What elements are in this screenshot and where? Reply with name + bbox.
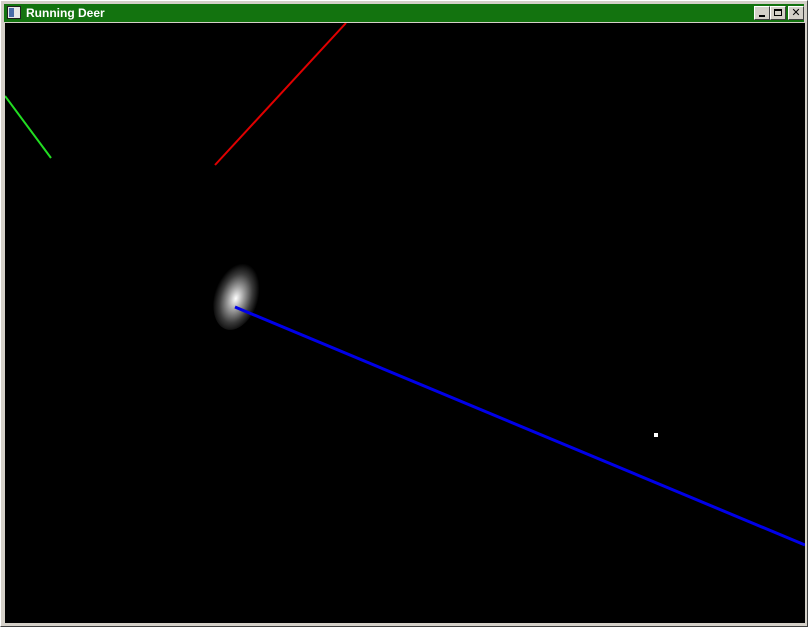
application-window: Running Deer ✕ <box>0 0 808 627</box>
app-window-icon[interactable] <box>7 6 21 19</box>
3d-render-viewport[interactable] <box>5 23 805 623</box>
scene-canvas <box>5 23 805 623</box>
close-icon: ✕ <box>791 6 801 19</box>
close-button[interactable]: ✕ <box>788 6 804 20</box>
title-bar[interactable]: Running Deer ✕ <box>4 4 804 22</box>
maximize-button[interactable] <box>770 6 786 20</box>
white-marker-point <box>654 433 658 437</box>
window-title: Running Deer <box>26 6 105 20</box>
scene-background <box>5 23 805 623</box>
maximize-icon <box>774 9 782 16</box>
minimize-button[interactable] <box>754 6 770 20</box>
minimize-icon <box>759 15 765 17</box>
